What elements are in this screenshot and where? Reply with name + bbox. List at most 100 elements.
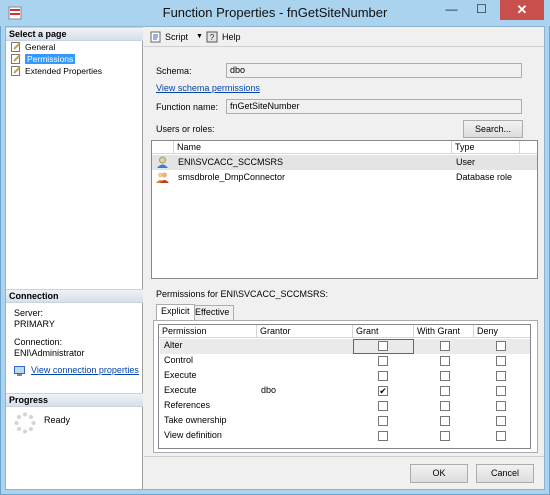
with-grant-checkbox[interactable] [440,341,450,351]
schema-field[interactable]: dbo [226,63,522,78]
permission-row[interactable]: Execute dbo ✔ [160,384,530,399]
role-type: Database role [456,172,513,182]
permission-name: References [164,400,211,410]
tab-effective[interactable]: Effective [190,305,235,320]
permissions-grid: Permission Grantor Grant With Grant Deny… [158,324,531,449]
server-value: PRIMARY [14,319,55,329]
permission-row[interactable]: Take ownership [160,414,530,429]
svg-text:?: ? [210,33,215,42]
deny-checkbox[interactable] [496,356,506,366]
script-label: Script [165,32,189,42]
search-button[interactable]: Search... [463,120,523,138]
page-item-label: Permissions [25,54,76,64]
deny-checkbox[interactable] [496,401,506,411]
table-row[interactable]: smsdbrole_DmpConnector Database role [152,170,537,185]
progress-header: Progress [6,393,143,407]
function-name-field[interactable]: fnGetSiteNumber [226,99,522,114]
connection-value: ENI\Administrator [14,348,85,358]
with-grant-checkbox[interactable] [440,401,450,411]
wrench-page-icon [11,66,21,76]
wrench-page-icon [11,42,21,52]
server-label: Server: [14,308,44,318]
dialog-client: Select a page General Permissions Extend… [5,26,545,490]
permission-row[interactable]: View definition [160,429,530,444]
deny-checkbox[interactable] [496,371,506,381]
page-item-label: General [25,42,56,52]
page-item-extended-properties[interactable]: Extended Properties [10,65,102,77]
table-row[interactable]: ENI\SVCACC_SCCMSRS User [152,155,537,170]
deny-checkbox[interactable] [496,386,506,396]
progress-spinner-icon [14,412,36,434]
permission-grantor: dbo [261,385,277,395]
user-name: ENI\SVCACC_SCCMSRS [178,157,284,167]
view-connection-properties-link[interactable]: View connection properties [31,365,139,375]
with-grant-checkbox[interactable] [440,416,450,426]
help-icon: ? [206,31,218,43]
page-item-general[interactable]: General [10,41,55,53]
left-panel: Select a page General Permissions Extend… [6,27,143,489]
deny-checkbox[interactable] [496,416,506,426]
grant-checkbox[interactable]: ✔ [378,386,388,396]
permission-name: Alter [164,340,183,350]
grid-header-filler [520,141,537,154]
permission-row[interactable]: Alter [160,339,530,354]
grant-checkbox[interactable] [378,356,388,366]
cancel-button[interactable]: Cancel [476,464,534,483]
deny-checkbox[interactable] [496,341,506,351]
grid-header-type[interactable]: Type [452,141,520,154]
minimize-button[interactable]: — [438,0,465,20]
permission-name: Control [164,355,194,365]
page-item-label: Extended Properties [25,66,103,76]
permissions-for-label: Permissions for ENI\SVCACC_SCCMSRS: [156,289,329,299]
permission-row[interactable]: References [160,399,530,414]
wrench-page-icon [11,54,21,64]
perm-header-with-grant[interactable]: With Grant [414,325,474,338]
help-label: Help [222,32,241,42]
grant-cell-focus [353,339,414,354]
title-bar[interactable]: Function Properties - fnGetSiteNumber — … [0,0,550,26]
view-schema-permissions-link[interactable]: View schema permissions [156,83,260,93]
permissions-tab-panel: Permission Grantor Grant With Grant Deny… [153,320,538,453]
with-grant-checkbox[interactable] [440,386,450,396]
perm-header-grantor[interactable]: Grantor [257,325,353,338]
toolbar: Script ▼ ? Help [144,27,544,47]
page-item-permissions[interactable]: Permissions [10,53,76,65]
connection-properties-icon [14,366,25,376]
progress-status: Ready [44,415,71,425]
with-grant-checkbox[interactable] [440,356,450,366]
users-roles-grid: Name Type ENI\SVCACC_SCCMSRS User smsdbr… [151,140,538,279]
with-grant-checkbox[interactable] [440,371,450,381]
user-type: User [456,157,476,167]
dialog-button-bar: OK Cancel [144,456,544,489]
select-page-header: Select a page [6,27,143,41]
grant-checkbox[interactable] [378,431,388,441]
chevron-down-icon[interactable]: ▼ [196,31,203,43]
grid-header-name[interactable]: Name [174,141,452,154]
close-button[interactable]: ✕ [500,0,544,20]
grant-checkbox[interactable] [378,371,388,381]
ok-button[interactable]: OK [410,464,468,483]
permission-row[interactable]: Control [160,354,530,369]
permission-row[interactable]: Execute [160,369,530,384]
tab-explicit[interactable]: Explicit [156,304,195,320]
permission-name: Execute [164,370,197,380]
perm-header-deny[interactable]: Deny [474,325,530,338]
perm-header-grant[interactable]: Grant [353,325,414,338]
connection-label: Connection: [14,337,63,347]
permission-name: Execute [164,385,197,395]
connection-header: Connection [6,289,143,303]
grid-header-icon-column [152,141,174,154]
perm-header-permission[interactable]: Permission [159,325,257,338]
schema-label: Schema: [156,66,192,76]
grant-checkbox[interactable] [378,401,388,411]
grant-checkbox[interactable] [378,416,388,426]
script-icon [150,31,161,43]
role-icon [156,172,169,183]
maximize-button[interactable]: ☐ [468,0,495,20]
deny-checkbox[interactable] [496,431,506,441]
with-grant-checkbox[interactable] [440,431,450,441]
permission-name: View definition [164,430,222,440]
function-name-label: Function name: [156,102,219,112]
permission-name: Take ownership [164,415,227,425]
user-icon [157,156,168,168]
